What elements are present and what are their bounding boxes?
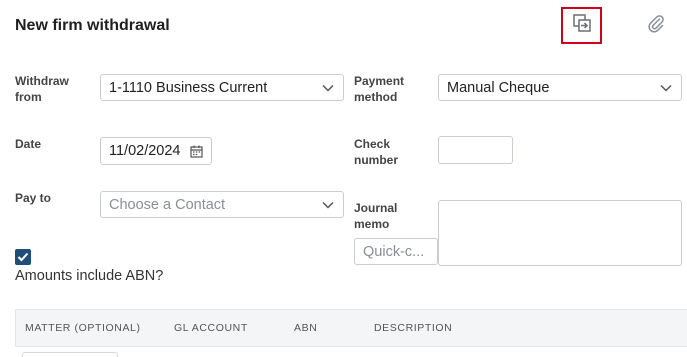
- page-title: New firm withdrawal: [15, 17, 170, 34]
- journal-memo-label: Journal memo: [354, 201, 398, 231]
- pay-to-select[interactable]: Choose a Contact: [100, 191, 344, 218]
- quick-code-placeholder: Quick-c...: [363, 243, 425, 260]
- date-label: Date: [15, 137, 42, 151]
- column-header-abn[interactable]: ABN: [294, 322, 317, 334]
- checkmark-icon: [17, 252, 29, 262]
- chevron-down-icon: [659, 81, 673, 95]
- amounts-include-abn-checkbox[interactable]: [15, 249, 31, 265]
- journal-memo-textarea[interactable]: [438, 200, 682, 266]
- pay-to-label: Pay to: [15, 191, 52, 205]
- chevron-down-icon: [321, 198, 335, 212]
- column-header-description[interactable]: DESCRIPTION: [374, 322, 452, 334]
- check-number-input[interactable]: [438, 136, 513, 164]
- copy-icon: [572, 13, 592, 38]
- amounts-include-abn-label: Amounts include ABN?: [15, 268, 164, 284]
- quick-code-select[interactable]: Quick-c...: [354, 238, 438, 265]
- payment-method-label: Payment method: [354, 74, 405, 104]
- calendar-icon[interactable]: [190, 145, 203, 158]
- pay-to-placeholder: Choose a Contact: [109, 196, 226, 213]
- paperclip-icon: [647, 14, 665, 39]
- withdraw-from-label: Withdraw from: [15, 74, 69, 104]
- withdraw-from-value: 1-1110 Business Current: [109, 79, 268, 96]
- copy-button[interactable]: [561, 7, 602, 44]
- column-header-gl-account[interactable]: GL ACCOUNT: [174, 322, 248, 334]
- date-input[interactable]: 11/02/2024: [100, 137, 212, 165]
- table-header: MATTER (OPTIONAL) GL ACCOUNT ABN DESCRIP…: [15, 309, 687, 347]
- withdraw-from-select[interactable]: 1-1110 Business Current: [100, 74, 344, 101]
- check-number-label: Check number: [354, 137, 399, 167]
- payment-method-select[interactable]: Manual Cheque: [438, 74, 682, 101]
- chevron-down-icon: [321, 81, 335, 95]
- date-value: 11/02/2024: [109, 143, 181, 159]
- column-header-matter[interactable]: MATTER (OPTIONAL): [25, 322, 141, 334]
- attach-button[interactable]: [642, 12, 670, 40]
- matter-input[interactable]: [22, 352, 118, 357]
- payment-method-value: Manual Cheque: [447, 79, 550, 96]
